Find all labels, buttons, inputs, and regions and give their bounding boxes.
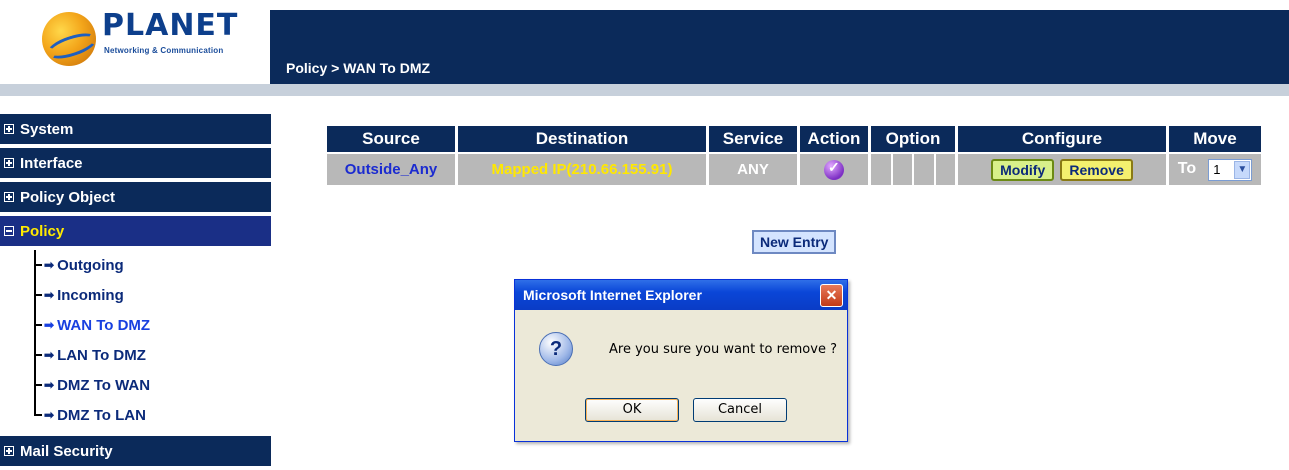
sidebar: System Interface Policy Object Policy ➡ … [0,114,271,470]
modify-button[interactable]: Modify [991,158,1055,181]
header-bar: Policy > WAN To DMZ [270,10,1289,84]
close-icon[interactable]: ✕ [820,284,843,307]
cell-service: ANY [709,154,797,185]
confirm-dialog: Microsoft Internet Explorer ✕ ? Are you … [514,279,848,442]
expand-plus-icon [4,158,14,168]
new-entry-button[interactable]: New Entry [752,230,837,254]
chevron-down-icon[interactable]: ▼ [1234,160,1251,179]
ok-button[interactable]: OK [585,398,679,422]
logo-area: PLANET Networking & Communication [0,0,270,84]
dialog-message: Are you sure you want to remove ? [609,342,837,357]
subitem-label: LAN To DMZ [57,346,146,364]
sidebar-item-label: Policy Object [20,188,116,206]
subitem-lan-to-dmz[interactable]: ➡ LAN To DMZ [0,340,271,370]
dialog-titlebar[interactable]: Microsoft Internet Explorer ✕ [515,280,847,310]
arrow-right-icon: ➡ [44,348,55,362]
sidebar-item-label: Interface [20,154,83,172]
expand-plus-icon [4,192,14,202]
sidebar-item-label: Mail Security [20,442,113,460]
subitem-incoming[interactable]: ➡ Incoming [0,280,271,310]
arrow-right-icon: ➡ [44,408,55,422]
policy-table: Source Destination Service Action Option… [324,124,1264,187]
col-move: Move [1169,126,1261,152]
cell-option [871,154,955,185]
col-action: Action [800,126,868,152]
sidebar-item-label: System [20,120,74,138]
arrow-right-icon: ➡ [44,288,55,302]
arrow-right-icon: ➡ [44,378,55,392]
sidebar-item-policy[interactable]: Policy [0,216,271,246]
table-row: Outside_Any Mapped IP(210.66.155.91) ANY… [327,154,1261,185]
sidebar-item-mail-security[interactable]: Mail Security [0,436,271,466]
cell-action [800,154,868,185]
cell-source: Outside_Any [327,154,455,185]
subitem-label: Outgoing [57,256,124,274]
arrow-right-icon: ➡ [44,318,55,332]
table-header-row: Source Destination Service Action Option… [327,126,1261,152]
move-to-label: To [1177,160,1197,178]
subitem-dmz-to-wan[interactable]: ➡ DMZ To WAN [0,370,271,400]
move-position-value: 1 [1213,161,1221,177]
expand-plus-icon [4,446,14,456]
col-source: Source [327,126,455,152]
subitem-label: DMZ To LAN [57,406,146,424]
expand-plus-icon [4,124,14,134]
dialog-title: Microsoft Internet Explorer [523,287,702,303]
question-icon: ? [539,332,573,366]
arrow-right-icon: ➡ [44,258,55,272]
subitem-label: WAN To DMZ [57,316,151,334]
cancel-button[interactable]: Cancel [693,398,787,422]
subitem-wan-to-dmz[interactable]: ➡ WAN To DMZ [0,310,271,340]
permit-check-icon [824,159,844,180]
cell-destination: Mapped IP(210.66.155.91) [458,154,706,185]
collapse-minus-icon [4,226,14,236]
sidebar-item-policy-object[interactable]: Policy Object [0,182,271,212]
subitem-label: Incoming [57,286,124,304]
globe-icon [42,12,100,66]
col-destination: Destination [458,126,706,152]
planet-logo: PLANET Networking & Communication [42,6,237,72]
sidebar-item-label: Policy [20,222,65,240]
logo-word: PLANET [102,8,239,43]
col-option: Option [871,126,955,152]
sidebar-item-interface[interactable]: Interface [0,148,271,178]
sidebar-item-system[interactable]: System [0,114,271,144]
header-divider [0,84,1289,96]
subitem-dmz-to-lan[interactable]: ➡ DMZ To LAN [0,400,271,430]
cell-move: To 1 ▼ [1169,154,1261,185]
remove-button[interactable]: Remove [1060,158,1133,181]
logo-tagline: Networking & Communication [104,46,224,55]
subitem-outgoing[interactable]: ➡ Outgoing [0,250,271,280]
col-configure: Configure [958,126,1166,152]
col-service: Service [709,126,797,152]
subitem-label: DMZ To WAN [57,376,151,394]
move-position-select[interactable]: 1 ▼ [1208,158,1253,181]
breadcrumb: Policy > WAN To DMZ [286,60,431,76]
cell-configure: Modify Remove [958,154,1166,185]
